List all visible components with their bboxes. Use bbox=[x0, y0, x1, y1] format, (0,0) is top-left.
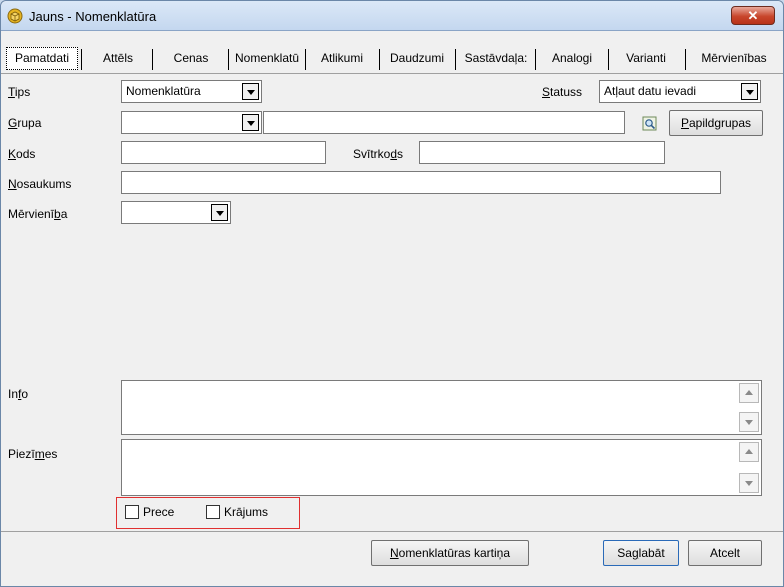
krajums-label[interactable]: Krājums bbox=[224, 505, 268, 519]
scroll-down-icon[interactable] bbox=[739, 412, 759, 432]
info-textarea[interactable] bbox=[121, 380, 762, 435]
tab-separator bbox=[608, 49, 609, 70]
nosaukums-input[interactable] bbox=[121, 171, 721, 194]
papildgrupas-button[interactable]: Papildgrupas bbox=[669, 110, 763, 136]
piezimes-textarea[interactable] bbox=[121, 439, 762, 496]
nosaukums-label: Nosaukums bbox=[8, 177, 72, 191]
krajums-checkbox[interactable] bbox=[206, 505, 220, 519]
scroll-up-icon[interactable] bbox=[739, 442, 759, 462]
tab-separator bbox=[81, 49, 82, 70]
chevron-down-icon[interactable] bbox=[211, 204, 228, 221]
tab-varianti[interactable]: Varianti bbox=[611, 48, 681, 70]
tab-separator bbox=[685, 49, 686, 70]
close-icon: ✕ bbox=[747, 8, 759, 23]
window-title: Jauns - Nomenklatūra bbox=[29, 9, 157, 24]
prece-label[interactable]: Prece bbox=[143, 505, 174, 519]
tab-separator bbox=[535, 49, 536, 70]
chevron-down-icon[interactable] bbox=[741, 83, 758, 100]
grupa-select[interactable] bbox=[121, 111, 262, 134]
close-button[interactable]: ✕ bbox=[731, 6, 775, 25]
statuss-label: Statuss bbox=[542, 85, 583, 99]
tips-label: Tips bbox=[8, 85, 31, 99]
tab-analogi[interactable]: Analogi bbox=[539, 48, 605, 70]
tab-separator bbox=[305, 49, 306, 70]
svitrkods-input[interactable] bbox=[419, 141, 665, 164]
info-label: Info bbox=[8, 387, 29, 401]
svitrkods-label: Svītrkods bbox=[353, 147, 404, 161]
statuss-select[interactable]: Atļaut datu ievadi bbox=[599, 80, 761, 103]
tab-strip: Pamatdati Attēls Cenas Nomenklatū Atliku… bbox=[1, 45, 783, 73]
tab-cenas[interactable]: Cenas bbox=[155, 48, 227, 70]
mervieniba-select[interactable] bbox=[121, 201, 231, 224]
tips-select[interactable]: Nomenklatūra bbox=[121, 80, 262, 103]
chevron-down-icon[interactable] bbox=[242, 83, 259, 100]
scroll-up-icon[interactable] bbox=[739, 383, 759, 403]
tab-separator bbox=[152, 49, 153, 70]
tab-pamatdati[interactable]: Pamatdati bbox=[6, 47, 78, 70]
app-box-icon bbox=[7, 8, 23, 24]
mervieniba-label: Mērvienība bbox=[8, 207, 68, 221]
nomenklaturas-kartina-button[interactable]: Nomenklatūras kartiņa bbox=[371, 540, 529, 566]
chevron-down-icon[interactable] bbox=[242, 114, 259, 131]
piezimes-label: Piezīmes bbox=[8, 447, 58, 461]
tab-separator bbox=[455, 49, 456, 70]
tab-attels[interactable]: Attēls bbox=[85, 48, 151, 70]
tab-nomenklatu[interactable]: Nomenklatū bbox=[229, 48, 305, 70]
title-bar: Jauns - Nomenklatūra ✕ bbox=[1, 1, 783, 31]
grupa-label: Grupa bbox=[8, 116, 42, 130]
kods-label: Kods bbox=[8, 147, 36, 161]
tab-sastavdalas[interactable]: Sastāvdaļa: bbox=[457, 48, 535, 70]
cancel-button[interactable]: Atcelt bbox=[688, 540, 762, 566]
grupa-name-field[interactable] bbox=[263, 111, 625, 134]
kods-input[interactable] bbox=[121, 141, 326, 164]
save-button[interactable]: Saglabāt bbox=[603, 540, 679, 566]
tab-separator bbox=[379, 49, 380, 70]
tab-atlikumi[interactable]: Atlikumi bbox=[307, 48, 377, 70]
tab-daudzumi[interactable]: Daudzumi bbox=[381, 48, 453, 70]
nomenklatura-window: Jauns - Nomenklatūra ✕ Pamatdati Attēls … bbox=[0, 0, 784, 587]
scroll-down-icon[interactable] bbox=[739, 473, 759, 493]
search-icon[interactable] bbox=[642, 116, 658, 132]
prece-checkbox[interactable] bbox=[125, 505, 139, 519]
tab-mervienibas[interactable]: Mērvienības bbox=[687, 48, 781, 70]
